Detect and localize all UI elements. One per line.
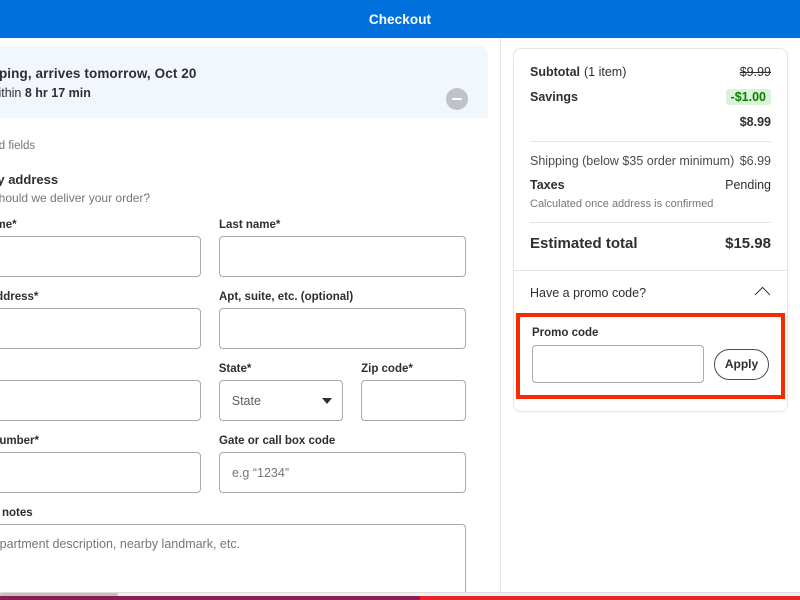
shipping-form-inner: 1. Shipping, arrives tomorrow, Oct 20 Or… [0,38,500,592]
savings-value: -$1.00 [725,89,771,105]
taxes-row: Taxes Pending [530,178,771,192]
subtotal-item-count: (1 item) [584,65,627,79]
estimated-total-row: Estimated total $15.98 [530,235,771,252]
page-header: Checkout [0,0,800,38]
order-summary-totals: Subtotal (1 item) $9.99 Savings -$1.00 $… [514,49,787,270]
order-summary-column: Subtotal (1 item) $9.99 Savings -$1.00 $… [501,38,800,592]
order-summary-card: Subtotal (1 item) $9.99 Savings -$1.00 $… [513,48,788,412]
required-fields-note: *Required fields [0,140,36,152]
delivery-address-form: *Required fields Delivery address Where … [0,118,488,592]
promo-code-highlight-box: Promo code Apply [516,313,785,399]
street-address-label: Street address* [0,291,39,303]
promo-code-toggle[interactable]: Have a promo code? [514,271,787,313]
last-name-input[interactable] [219,236,466,277]
summary-divider-1 [530,141,771,142]
after-savings-value: $8.99 [739,115,771,129]
state-select[interactable]: State [218,380,344,421]
taxes-label: Taxes [530,178,565,192]
street-address-input[interactable] [0,308,201,349]
delivery-notes-label: Delivery notes [0,507,33,519]
minus-circle-icon[interactable] [446,88,468,110]
gate-code-label: Gate or call box code [219,435,336,447]
apt-input[interactable] [219,308,466,349]
apply-promo-button[interactable]: Apply [714,348,769,380]
shipping-step-title: 1. Shipping, arrives tomorrow, Oct 20 [0,66,197,81]
promo-code-row: Apply [532,345,769,383]
delivery-notes-row: Delivery notes [0,507,466,592]
order-within-prefix: Order within [0,86,22,100]
zip-label: Zip code* [361,363,413,375]
street-address-field: Street address* [0,291,201,349]
page-content: 1. Shipping, arrives tomorrow, Oct 20 Or… [0,38,800,592]
apt-field: Apt, suite, etc. (optional) [219,291,466,349]
after-savings-row: $8.99 [530,115,771,129]
subtotal-row: Subtotal (1 item) $9.99 [530,65,771,79]
subtotal-label-group: Subtotal (1 item) [530,65,626,79]
city-input[interactable] [0,380,201,421]
promo-section-footer [514,399,787,411]
delivery-address-subheading: Where should we deliver your order? [0,191,151,205]
shipping-step-banner[interactable]: 1. Shipping, arrives tomorrow, Oct 20 Or… [0,46,488,118]
gate-code-input[interactable] [219,452,466,493]
checkout-page: Checkout 1. Shipping, arrives tomorrow, … [0,0,800,600]
savings-label: Savings [530,90,578,104]
shipping-order-within: Order within 8 hr 17 min [0,86,466,100]
promo-code-label: Promo code [532,327,599,339]
taxes-value: Pending [725,178,771,192]
phone-gate-row: Phone number* Gate or call box code [0,435,466,505]
city-field: City* [0,363,201,421]
page-title: Checkout [368,11,432,27]
promo-code-input[interactable] [532,345,704,383]
delivery-address-heading: Delivery address [0,172,59,187]
city-label: City* [0,363,201,375]
apt-label: Apt, suite, etc. (optional) [219,291,354,303]
state-field: State* State [218,363,344,421]
shipping-row: Shipping (below $35 order minimum) $6.99 [530,154,771,168]
promo-code-toggle-label: Have a promo code? [530,285,647,300]
last-name-field: Last name* [219,219,466,277]
last-name-label: Last name* [219,219,281,231]
bottom-accent-bar-red [420,596,800,600]
estimated-total-label: Estimated total [530,235,638,252]
state-select-wrap: State [218,380,344,421]
minus-bar [452,98,462,100]
delivery-notes-textarea[interactable] [0,524,466,592]
phone-input[interactable] [0,452,201,493]
city-state-zip-row: City* State* State [0,363,467,433]
savings-label-group: Savings [530,90,578,104]
shipping-label: Shipping (below $35 order minimum) [530,154,735,168]
shipping-value: $6.99 [739,154,771,168]
zip-field: Zip code* [361,363,467,421]
estimated-total-value: $15.98 [725,235,771,252]
taxes-note: Calculated once address is confirmed [530,198,714,210]
phone-label: Phone number* [0,435,39,447]
first-name-field: First name* [0,219,201,277]
shipping-form-column: 1. Shipping, arrives tomorrow, Oct 20 Or… [0,38,500,592]
first-name-input[interactable] [0,236,201,277]
zip-input[interactable] [361,380,467,421]
phone-field: Phone number* [0,435,201,493]
summary-divider-2 [530,222,771,223]
subtotal-label: Subtotal [530,65,580,79]
subtotal-value: $9.99 [739,65,771,79]
savings-row: Savings -$1.00 [530,89,771,105]
gate-code-field: Gate or call box code [219,435,466,493]
first-name-label: First name* [0,219,17,231]
chevron-up-icon [754,286,771,303]
delivery-notes-field: Delivery notes [0,507,466,592]
order-within-time: 8 hr 17 min [24,86,91,100]
address-row: Street address* Apt, suite, etc. (option… [0,291,466,361]
state-label: State* [218,363,252,375]
name-row: First name* Last name* [0,219,466,289]
